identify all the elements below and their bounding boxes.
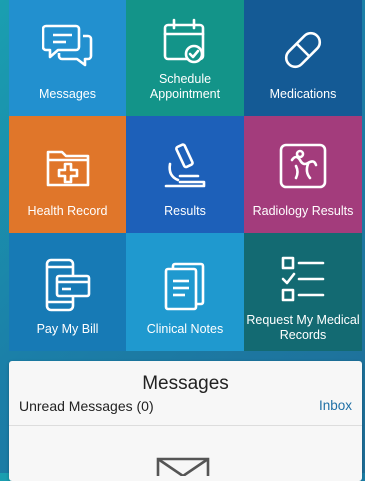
tile-medications[interactable]: Medications [244,0,362,116]
tile-schedule-appointment[interactable]: Schedule Appointment [126,0,244,116]
tile-clinical-notes[interactable]: Clinical Notes [126,233,244,351]
tile-health-record[interactable]: Health Record [9,116,126,233]
calendar-check-icon [161,18,209,71]
tile-label: Pay My Bill [36,322,99,336]
tile-messages[interactable]: Messages [9,0,126,116]
microscope-icon [162,142,208,195]
menu-grid: Messages Schedule Appointment Medication… [9,0,362,351]
tile-results[interactable]: Results [126,116,244,233]
card-title: Messages [142,373,229,394]
pill-icon [280,27,326,78]
divider [9,425,362,426]
tile-radiology-results[interactable]: Radiology Results [244,116,362,233]
tile-label: Schedule Appointment [149,72,221,101]
messages-card: Messages Unread Messages (0) Inbox [9,361,362,481]
tile-label: Medications [269,87,337,101]
tile-label: Radiology Results [252,204,354,218]
phone-payment-icon [43,257,93,318]
tile-label: Messages [39,87,96,101]
checklist-icon [279,255,327,308]
notes-icon [163,261,207,316]
chat-bubbles-icon [41,22,94,77]
tile-pay-my-bill[interactable]: Pay My Bill [9,233,126,351]
inbox-link[interactable]: Inbox [319,398,352,413]
tile-label: Clinical Notes [146,322,224,336]
xray-icon [278,142,328,195]
unread-messages-label: Unread Messages (0) [19,398,154,414]
medical-folder-icon [45,146,91,193]
tile-request-medical-records[interactable]: Request My Medical Records [244,233,362,351]
envelope-icon [155,456,211,481]
tile-label: Health Record [27,204,108,218]
tile-label: Request My Medical Records [246,313,360,342]
tile-label: Results [164,204,206,218]
